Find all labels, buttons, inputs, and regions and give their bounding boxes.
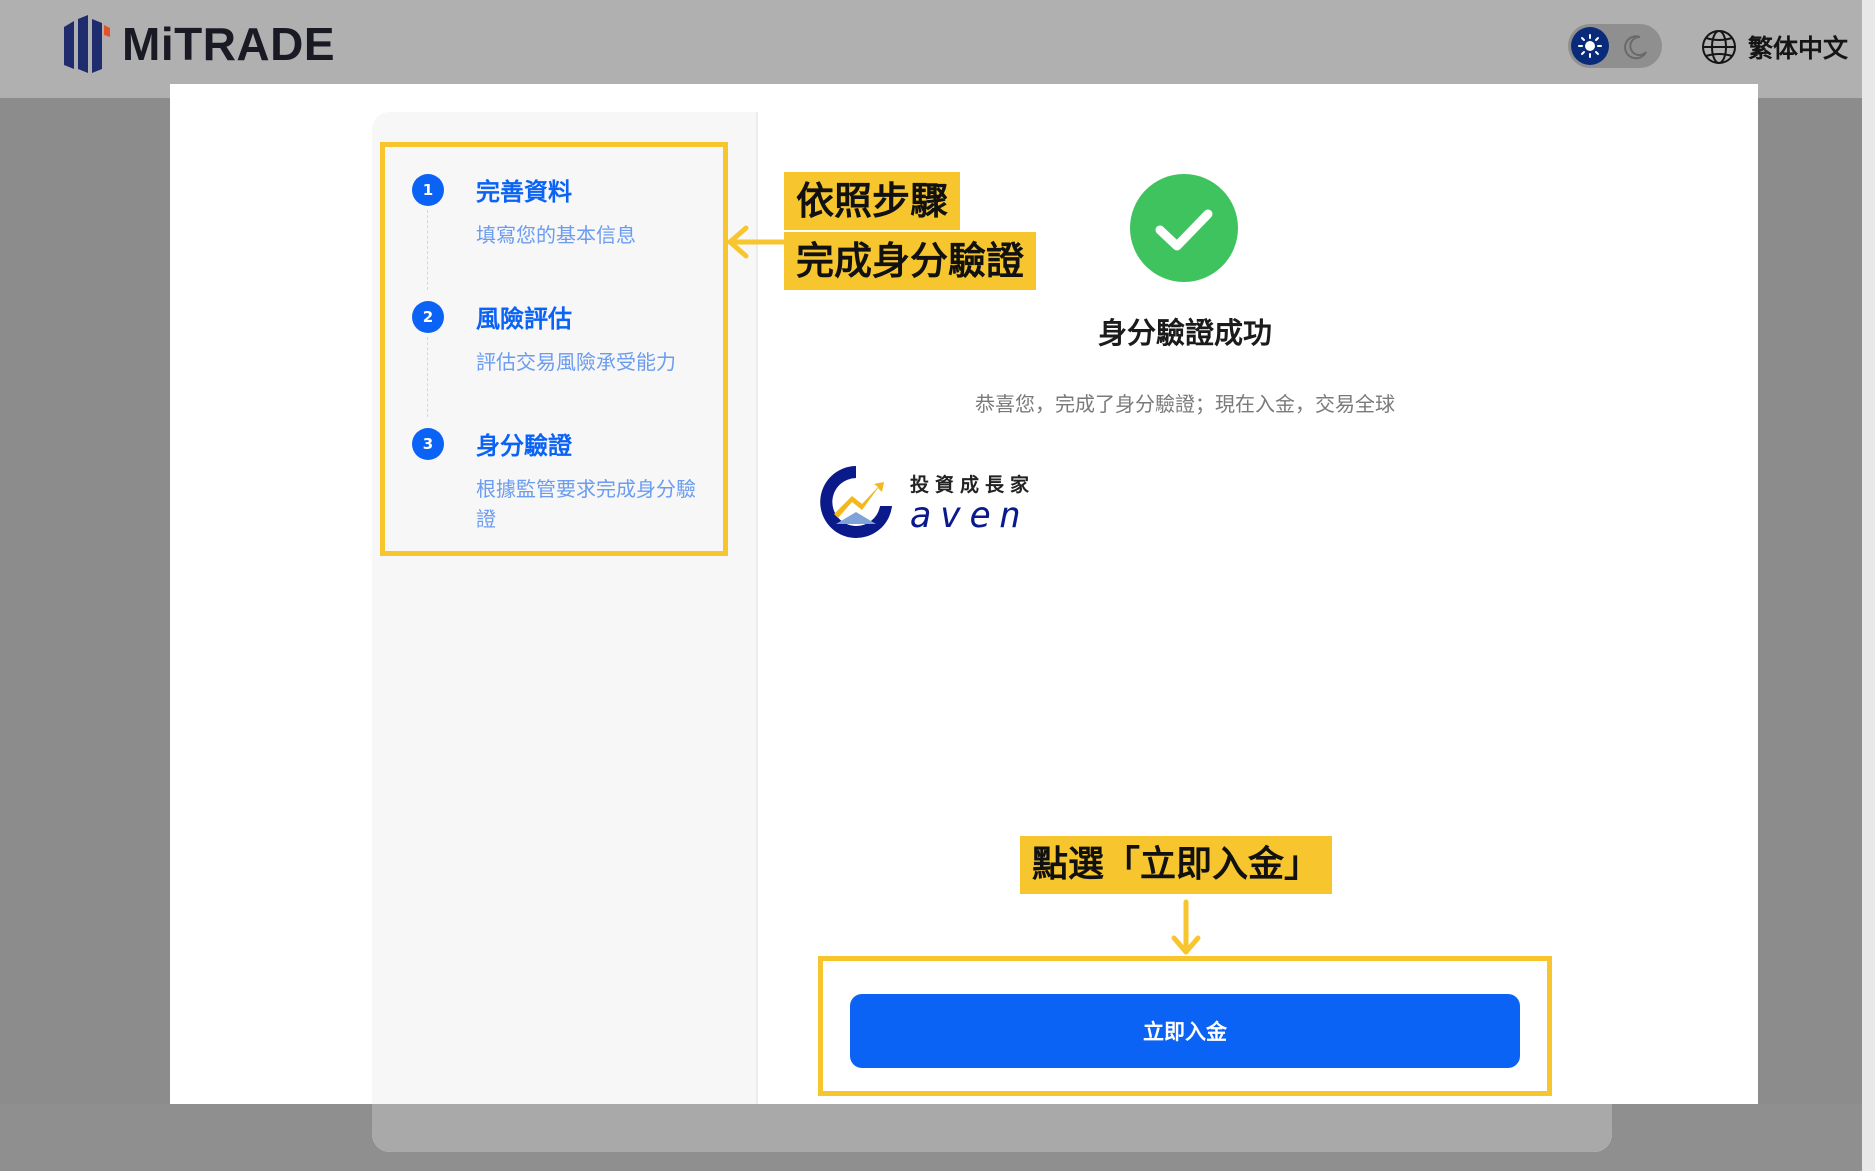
steps-note-line2: 完成身分驗證 — [784, 232, 1037, 290]
theme-toggle[interactable] — [1568, 24, 1662, 68]
down-arrow-icon — [1171, 899, 1201, 955]
steps-note-line1: 依照步驟 — [784, 172, 961, 230]
mitrade-logo[interactable]: MiTRADE — [60, 14, 335, 74]
check-circle-icon — [1130, 174, 1238, 282]
watermark-english-text: aven — [910, 494, 1029, 536]
window-edge — [1862, 0, 1875, 1171]
steps-highlight-box — [380, 142, 728, 556]
success-description: 恭喜您，完成了身分驗證；現在入金，交易全球 — [975, 392, 1395, 416]
moon-icon — [1624, 35, 1647, 60]
watermark-logo: 投資成長家 aven — [816, 462, 1035, 542]
language-selector[interactable]: 繁体中文 — [1700, 26, 1848, 68]
left-arrow-icon — [727, 225, 791, 259]
card-bottom-dim — [372, 1104, 1612, 1152]
success-title: 身分驗證成功 — [1097, 316, 1272, 350]
overlay-dim — [1758, 98, 1875, 1171]
deposit-now-button[interactable]: 立即入金 — [850, 994, 1520, 1068]
watermark-chinese-text: 投資成長家 — [910, 473, 1036, 496]
language-label: 繁体中文 — [1748, 34, 1849, 63]
logo-text: MiTRADE — [122, 18, 336, 70]
panel-divider — [756, 112, 758, 1152]
watermark-emblem-icon — [820, 466, 892, 538]
globe-icon — [1702, 30, 1736, 64]
mitrade-logo-mark-icon — [64, 15, 110, 73]
button-note: 點選「立即入金」 — [1020, 836, 1333, 894]
sun-icon — [1571, 27, 1609, 65]
